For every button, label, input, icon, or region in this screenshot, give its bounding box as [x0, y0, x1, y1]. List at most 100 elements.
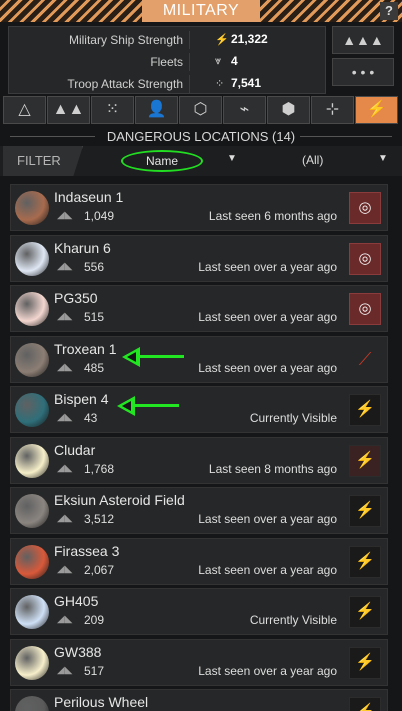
divider [189, 53, 190, 71]
divider [189, 75, 190, 93]
filter-button[interactable]: FILTER [3, 146, 83, 176]
target-button[interactable]: ◎ [349, 293, 381, 325]
arrow-head-inner [127, 352, 136, 362]
location-row[interactable]: Indaseun 1 ◢◣ 1,049 Last seen 6 months ago ◎ [10, 184, 388, 231]
ship-icon: ◢◣ [57, 563, 73, 575]
location-row[interactable]: Firassea 3 ◢◣ 2,067 Last seen over a year a… [10, 537, 388, 585]
planet-icon [15, 443, 49, 478]
location-row[interactable]: Troxean 1 ◢◣ 485 Last seen over a year ago ⟋ [10, 335, 388, 383]
threat-strength: 209 [84, 613, 105, 627]
help-button[interactable]: ? [380, 2, 398, 20]
warship-button[interactable]: ⟋ [349, 344, 381, 376]
filter-bar: FILTER Name ▼ (All) ▼ [0, 146, 402, 176]
target-button[interactable]: ◎ [349, 192, 381, 224]
fleet-formation-icon: ▲▲▲ [342, 32, 384, 48]
attack-button[interactable]: ⚡ [349, 697, 381, 711]
crosshair-icon: ⊹ [325, 101, 340, 118]
location-name: Perilous Wheel [54, 694, 149, 710]
dangerous-locations-list[interactable]: Indaseun 1 ◢◣ 1,049 Last seen 6 months ago ◎… [0, 180, 402, 711]
ship-icon: ◢◣ [57, 361, 73, 373]
location-row[interactable]: Eksiun Asteroid Field ◢◣ 3,512 Last seen ov… [10, 487, 388, 534]
last-seen: Last seen 8 months ago [208, 461, 337, 476]
threat-strength: 3,512 [84, 512, 115, 526]
last-seen: Last seen over a year ago [198, 562, 337, 577]
tab-defense[interactable]: ⬡ [179, 96, 222, 124]
tab-overview[interactable]: △ [3, 96, 46, 124]
last-seen: Last seen over a year ago [198, 259, 337, 274]
location-row[interactable]: GH405 ◢◣ 209 Currently Visible ⚡ [10, 588, 388, 635]
location-name: Firassea 3 [54, 542, 120, 559]
arrow-shaft [133, 404, 179, 407]
ship-icon: ◢◣ [57, 664, 73, 676]
window-title-bar: MILITARY ? [0, 0, 402, 22]
planet-icon [15, 494, 49, 528]
fleet-icon: ▲▲ [52, 101, 85, 118]
ship-icon: ◢◣ [57, 614, 73, 625]
location-row[interactable]: GW388 ◢◣ 517 Last seen over a year ago ⚡ [10, 638, 388, 686]
last-seen: Currently Visible [249, 613, 337, 627]
planet-icon [15, 696, 49, 711]
tab-dangerous-locations[interactable]: ⚡ [355, 96, 398, 124]
divider [189, 31, 190, 49]
attack-button[interactable]: ⚡ [349, 394, 381, 426]
location-name: Cludar [54, 441, 96, 458]
lightning-icon: ⚡ [215, 34, 229, 46]
arrow-shaft [138, 355, 184, 358]
military-stats-panel: Military Ship Strength ⚡ 21,322 Fleets ⩔… [8, 26, 326, 94]
tab-targeting[interactable]: ⊹ [311, 96, 354, 124]
stat-label: Military Ship Strength [68, 33, 183, 47]
chevron-down-icon[interactable]: ▼ [227, 153, 237, 164]
fleet-formation-button[interactable]: ▲▲▲ [332, 26, 394, 54]
troops-formation-icon: • • • [351, 64, 375, 80]
tab-troops[interactable]: ⁙ [91, 96, 134, 124]
planet-icon [15, 342, 49, 377]
location-name: Kharun 6 [54, 239, 111, 256]
last-seen: Last seen over a year ago [198, 310, 337, 324]
location-row[interactable]: Bispen 4 ◢◣ 43 Currently Visible ⚡ [10, 386, 388, 433]
attack-button[interactable]: ⚡ [349, 444, 381, 477]
location-row[interactable]: Cludar ◢◣ 1,768 Last seen 8 months ago ⚡ [10, 436, 388, 484]
attack-button[interactable]: ⚡ [349, 596, 381, 628]
attack-button[interactable]: ⚡ [349, 646, 381, 679]
attack-button[interactable]: ⚡ [349, 545, 381, 578]
threat-strength: 43 [84, 411, 98, 425]
location-name: Eksiun Asteroid Field [54, 492, 185, 508]
last-seen: Last seen over a year ago [198, 360, 337, 375]
triangle-icon: △ [18, 101, 31, 118]
last-seen: Last seen over a year ago [198, 512, 337, 526]
fleet-icon: ⩔ [215, 55, 222, 67]
chevron-down-icon[interactable]: ▼ [378, 153, 388, 164]
stat-value: 21,322 [231, 32, 268, 46]
tab-repair[interactable]: ⬢ [267, 96, 310, 124]
threat-strength: 485 [84, 360, 105, 375]
stat-label: Troop Attack Strength [67, 77, 183, 91]
tab-health[interactable]: ⌁ [223, 96, 266, 124]
sort-select[interactable]: Name [121, 150, 203, 172]
lightning-icon: ⚡ [366, 101, 387, 118]
stat-row-fleets: Fleets ⩔ 4 [9, 51, 327, 73]
section-header: DANGEROUS LOCATIONS (14) [0, 128, 402, 146]
type-filter-select[interactable]: (All) [302, 153, 323, 167]
location-name: PG350 [54, 290, 98, 306]
target-button[interactable]: ◎ [349, 242, 381, 275]
troops-icon: ⁘ [215, 78, 225, 90]
location-row[interactable]: PG350 ◢◣ 515 Last seen over a year ago ◎ [10, 285, 388, 332]
attack-button[interactable]: ⚡ [349, 495, 381, 527]
ship-icon: ◢◣ [57, 260, 73, 272]
stat-value: 4 [231, 54, 238, 68]
planet-icon [15, 241, 49, 276]
window-title: MILITARY [142, 0, 260, 22]
last-seen: Currently Visible [249, 411, 337, 425]
threat-strength: 517 [84, 663, 105, 678]
location-row[interactable]: Kharun 6 ◢◣ 556 Last seen over a year ago ◎ [10, 234, 388, 282]
troops-icon: ⁙ [105, 101, 120, 118]
tab-people[interactable]: 👤 [135, 96, 178, 124]
divider [300, 136, 392, 137]
tab-fleets[interactable]: ▲▲ [47, 96, 90, 124]
ship-icon: ◢◣ [57, 412, 73, 423]
location-name: Indaseun 1 [54, 189, 124, 205]
pulse-icon: ⌁ [239, 101, 250, 118]
location-row[interactable]: Perilous Wheel ⚡ [10, 689, 388, 711]
troops-formation-button[interactable]: • • • [332, 58, 394, 86]
planet-icon [15, 544, 49, 579]
